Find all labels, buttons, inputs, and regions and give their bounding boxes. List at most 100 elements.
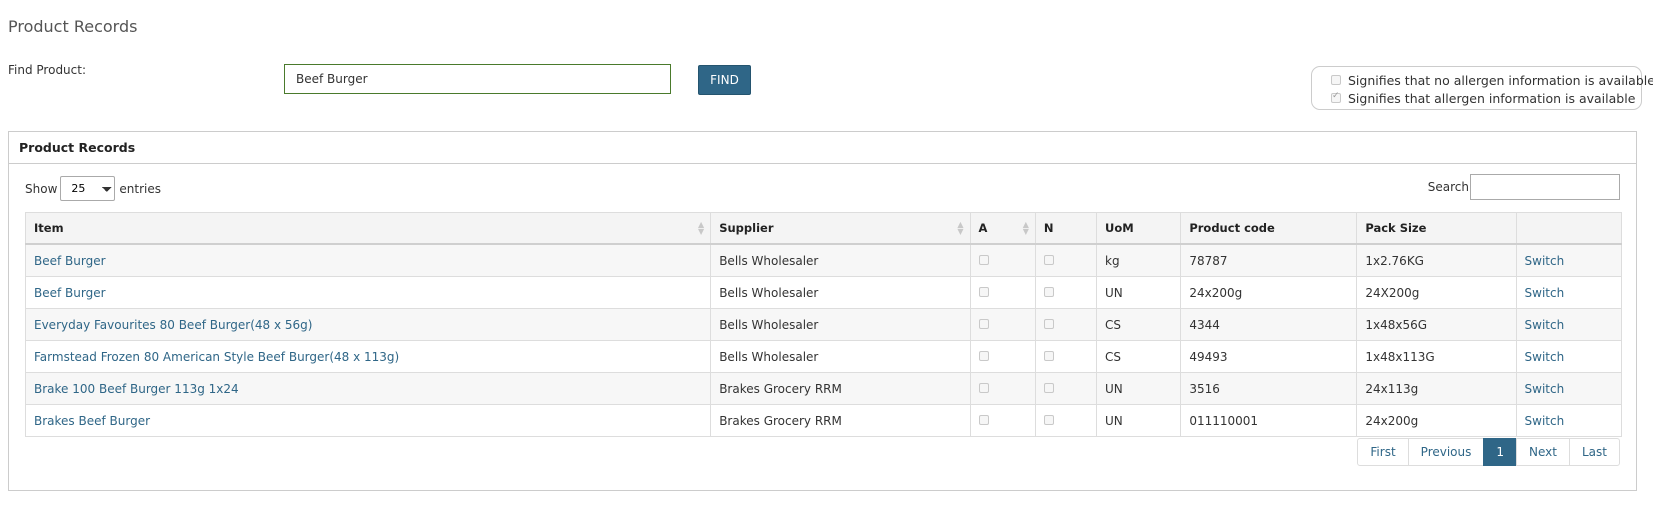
cell-uom: kg — [1095, 243, 1182, 277]
cell-action: Switch — [1515, 340, 1623, 373]
sort-icon: ▲ ▼ — [957, 220, 964, 236]
no-allergen-checkbox — [1043, 414, 1054, 425]
no-allergen-checkbox — [1043, 350, 1054, 361]
allergen-checkbox — [978, 318, 989, 329]
table-row: Brakes Beef Burger Brakes Grocery RRM UN 01… — [24, 404, 1623, 437]
checked-checkbox-icon — [1331, 91, 1341, 103]
cell-product-code: 78787 — [1180, 243, 1358, 277]
entries-select[interactable]: 25 — [60, 176, 116, 201]
column-header-product-code: Product code — [1180, 212, 1358, 245]
cell-n — [1034, 243, 1098, 277]
cell-a — [969, 372, 1036, 405]
no-allergen-checkbox — [1043, 286, 1054, 297]
cell-pack-size: 1x48x113G — [1356, 340, 1517, 373]
switch-link[interactable]: Switch — [1525, 254, 1565, 268]
find-button[interactable]: FIND — [698, 65, 751, 95]
switch-link[interactable]: Switch — [1525, 286, 1565, 300]
column-header-item[interactable]: Item ▲ ▼ — [24, 212, 712, 245]
item-link[interactable]: Brake 100 Beef Burger 113g 1x24 — [34, 382, 239, 396]
product-records-table: Item ▲ ▼ Supplier ▲ ▼ A ▲ ▼ N UoM Product code… — [24, 212, 1623, 437]
pagination-next[interactable]: Next — [1516, 438, 1570, 466]
cell-product-code: 011110001 — [1180, 404, 1358, 437]
table-search: Search — [1428, 174, 1620, 200]
table-row: Beef Burger Bells Wholesaler kg 78787 1x2.76… — [24, 243, 1623, 277]
no-allergen-checkbox — [1043, 318, 1054, 329]
cell-n — [1034, 372, 1098, 405]
column-header-n: N — [1034, 212, 1098, 245]
cell-supplier: Bells Wholesaler — [710, 276, 971, 309]
cell-uom: CS — [1095, 308, 1182, 341]
cell-uom: CS — [1095, 340, 1182, 373]
legend-no-allergen-text: Signifies that no allergen information i… — [1348, 72, 1653, 88]
cell-a — [969, 243, 1036, 277]
cell-item: Beef Burger — [24, 243, 712, 277]
pagination: First Previous 1 Next Last — [1357, 438, 1620, 466]
column-header-action — [1515, 212, 1623, 245]
cell-supplier: Bells Wholesaler — [710, 308, 971, 341]
pagination-previous[interactable]: Previous — [1407, 438, 1485, 466]
cell-action: Switch — [1515, 404, 1623, 437]
legend-allergen: Signifies that allergen information is a… — [1331, 89, 1641, 107]
cell-n — [1034, 404, 1098, 437]
table-row: Brake 100 Beef Burger 113g 1x24 Brakes Gr… — [24, 372, 1623, 405]
page-title: Product Records — [8, 17, 138, 36]
entries-length-control: Show 25 entries — [25, 176, 161, 201]
column-header-pack-size: Pack Size — [1356, 212, 1517, 245]
column-header-a[interactable]: A ▲ ▼ — [969, 212, 1036, 245]
cell-uom: UN — [1095, 404, 1182, 437]
cell-uom: UN — [1095, 372, 1182, 405]
item-link[interactable]: Everyday Favourites 80 Beef Burger(48 x … — [34, 318, 312, 332]
cell-supplier: Brakes Grocery RRM — [710, 372, 971, 405]
cell-n — [1034, 276, 1098, 309]
allergen-checkbox — [978, 414, 989, 425]
cell-supplier: Brakes Grocery RRM — [710, 404, 971, 437]
table-row: Beef Burger Bells Wholesaler UN 24x200g 24X2… — [24, 276, 1623, 309]
entries-label: entries — [119, 181, 161, 196]
allergen-checkbox — [978, 286, 989, 297]
cell-n — [1034, 308, 1098, 341]
switch-link[interactable]: Switch — [1525, 350, 1565, 364]
search-input[interactable] — [1470, 174, 1620, 200]
switch-link[interactable]: Switch — [1525, 318, 1565, 332]
item-link[interactable]: Beef Burger — [34, 254, 106, 268]
item-link[interactable]: Beef Burger — [34, 286, 106, 300]
column-header-uom: UoM — [1095, 212, 1182, 245]
no-allergen-checkbox — [1043, 382, 1054, 393]
cell-a — [969, 276, 1036, 309]
sort-icon: ▲ ▼ — [1022, 220, 1029, 236]
find-product-input[interactable] — [284, 64, 671, 94]
cell-action: Switch — [1515, 308, 1623, 341]
cell-product-code: 4344 — [1180, 308, 1358, 341]
item-link[interactable]: Farmstead Frozen 80 American Style Beef … — [34, 350, 399, 364]
cell-pack-size: 1x2.76KG — [1356, 243, 1517, 277]
switch-link[interactable]: Switch — [1525, 414, 1565, 428]
table-row: Everyday Favourites 80 Beef Burger(48 x … — [24, 308, 1623, 341]
cell-item: Farmstead Frozen 80 American Style Beef … — [24, 340, 712, 373]
switch-link[interactable]: Switch — [1525, 382, 1565, 396]
cell-action: Switch — [1515, 372, 1623, 405]
allergen-legend: Signifies that no allergen information i… — [1311, 66, 1653, 110]
cell-pack-size: 24x200g — [1356, 404, 1517, 437]
cell-uom: UN — [1095, 276, 1182, 309]
pagination-current-page[interactable]: 1 — [1483, 438, 1518, 466]
column-header-supplier[interactable]: Supplier ▲ ▼ — [710, 212, 971, 245]
cell-supplier: Bells Wholesaler — [710, 340, 971, 373]
cell-action: Switch — [1515, 276, 1623, 309]
item-link[interactable]: Brakes Beef Burger — [34, 414, 150, 428]
product-records-panel: Product Records Show 25 entries Search I… — [8, 131, 1637, 491]
cell-a — [969, 340, 1036, 373]
legend-allergen-text: Signifies that allergen information is a… — [1348, 90, 1636, 106]
pagination-last[interactable]: Last — [1569, 438, 1620, 466]
show-label: Show — [25, 181, 58, 196]
search-label: Search — [1427, 180, 1469, 194]
unchecked-checkbox-icon — [1331, 75, 1341, 85]
cell-product-code: 49493 — [1180, 340, 1358, 373]
pagination-first[interactable]: First — [1357, 438, 1409, 466]
cell-a — [969, 404, 1036, 437]
allergen-checkbox — [978, 254, 989, 265]
cell-pack-size: 1x48x56G — [1356, 308, 1517, 341]
cell-item: Brake 100 Beef Burger 113g 1x24 — [24, 372, 712, 405]
cell-pack-size: 24x113g — [1356, 372, 1517, 405]
table-row: Farmstead Frozen 80 American Style Beef … — [24, 340, 1623, 373]
cell-item: Everyday Favourites 80 Beef Burger(48 x … — [24, 308, 712, 341]
